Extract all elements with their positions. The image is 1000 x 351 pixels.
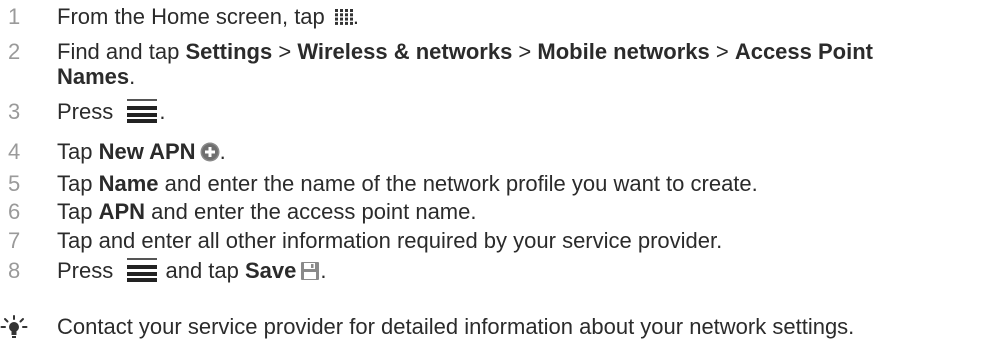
lightbulb-icon [0, 315, 28, 341]
add-circle-icon [200, 141, 220, 162]
step-number: 7 [8, 228, 21, 253]
step-number: 1 [8, 4, 21, 29]
name-field-label: Name [98, 171, 159, 196]
tip-text: Contact your service provider for detail… [57, 314, 855, 339]
menu-icon [125, 258, 159, 282]
apps-grid-icon [334, 4, 353, 25]
step-number: 2 [8, 39, 21, 64]
step-text: Tap and enter all other information requ… [57, 228, 723, 253]
step-number: 4 [8, 139, 21, 164]
menu-path-wireless: Wireless & networks [297, 39, 513, 64]
apn-field-label: APN [98, 199, 146, 224]
menu-path-settings: Settings [185, 39, 273, 64]
step-number: 8 [8, 258, 21, 283]
menu-icon [125, 99, 159, 123]
save-icon [300, 260, 320, 280]
menu-path-access-point: Access Point [734, 39, 873, 64]
step-number: 6 [8, 199, 21, 224]
menu-path-names: Names [57, 64, 130, 89]
step-number: 3 [8, 99, 21, 124]
step-text: From the Home screen, tap [57, 4, 331, 29]
menu-path-mobile-networks: Mobile networks [537, 39, 710, 64]
new-apn-label: New APN [98, 139, 196, 164]
save-label: Save [245, 258, 297, 283]
step-number: 5 [8, 171, 21, 196]
